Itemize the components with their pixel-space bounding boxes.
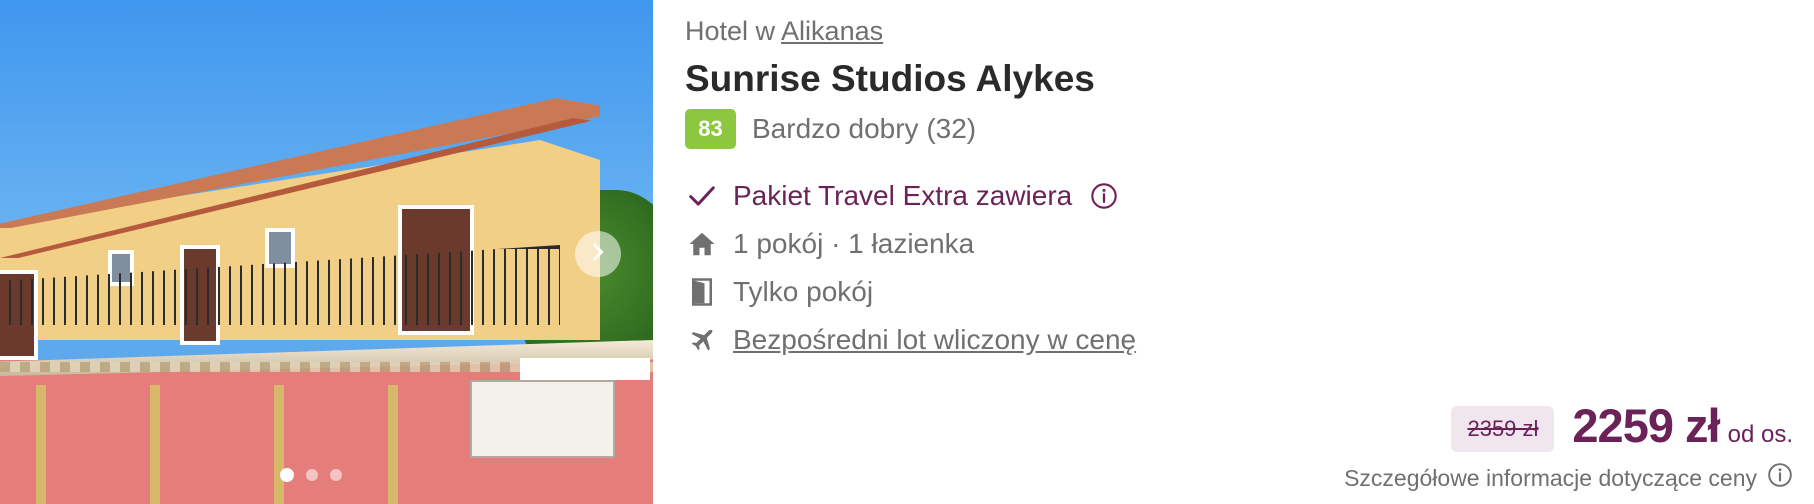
feature-flight: Bezpośredni lot wliczony w cenę: [685, 316, 1136, 364]
airplane-icon: [685, 323, 719, 357]
info-icon[interactable]: [1090, 182, 1118, 210]
photo-dot-3[interactable]: [330, 469, 342, 481]
photo-sign: [470, 380, 615, 458]
chevron-right-icon: [587, 241, 609, 268]
photo-pillar: [150, 385, 160, 504]
info-icon: [1767, 462, 1793, 494]
photo-dot-1[interactable]: [280, 468, 294, 482]
price-details-text: Szczegółowe informacje dotyczące ceny: [1344, 464, 1757, 491]
hotel-info: Hotel w Alikanas Sunrise Studios Alykes …: [685, 0, 1805, 504]
feature-rooms: 1 pokój · 1 łazienka: [685, 220, 1136, 268]
price-per-person: od os.: [1727, 421, 1793, 448]
home-icon: [685, 227, 719, 261]
door-icon: [685, 275, 719, 309]
price-block: 2359 zł 2259 zł od os.: [1451, 398, 1793, 458]
rating-label[interactable]: Bardzo dobry (32): [752, 113, 976, 145]
price-details-link[interactable]: Szczegółowe informacje dotyczące ceny: [1344, 462, 1793, 494]
feature-list: Pakiet Travel Extra zawiera 1 pokój · 1 …: [685, 172, 1136, 364]
current-price: 2259 zł: [1572, 399, 1720, 452]
photo-window: [265, 228, 295, 268]
checkmark-icon: [685, 179, 719, 213]
location-link[interactable]: Alikanas: [781, 16, 883, 46]
hotel-name[interactable]: Sunrise Studios Alykes: [685, 58, 1095, 100]
photo-pagination: [280, 468, 342, 482]
feature-board: Tylko pokój: [685, 268, 1136, 316]
location-prefix: Hotel w: [685, 16, 782, 46]
photo-pillar: [36, 385, 46, 504]
photo-next-button[interactable]: [575, 231, 621, 277]
feature-text: Tylko pokój: [733, 276, 874, 307]
feature-text: Pakiet Travel Extra zawiera: [733, 180, 1073, 211]
hotel-photo[interactable]: [0, 0, 653, 504]
photo-pillar: [274, 385, 284, 504]
photo-dot-2[interactable]: [306, 469, 318, 481]
photo-pillar: [388, 385, 398, 504]
flight-link[interactable]: Bezpośredni lot wliczony w cenę: [733, 324, 1136, 356]
photo-awning: [520, 358, 650, 380]
old-price: 2359 zł: [1451, 406, 1555, 452]
feature-text: 1 pokój · 1 łazienka: [733, 228, 975, 259]
feature-travel-extra: Pakiet Travel Extra zawiera: [685, 172, 1136, 220]
hotel-location: Hotel w Alikanas: [685, 16, 883, 47]
hotel-rating: 83 Bardzo dobry (32): [685, 109, 976, 149]
hotel-card[interactable]: Hotel w Alikanas Sunrise Studios Alykes …: [0, 0, 1814, 504]
rating-score-badge: 83: [685, 109, 736, 149]
